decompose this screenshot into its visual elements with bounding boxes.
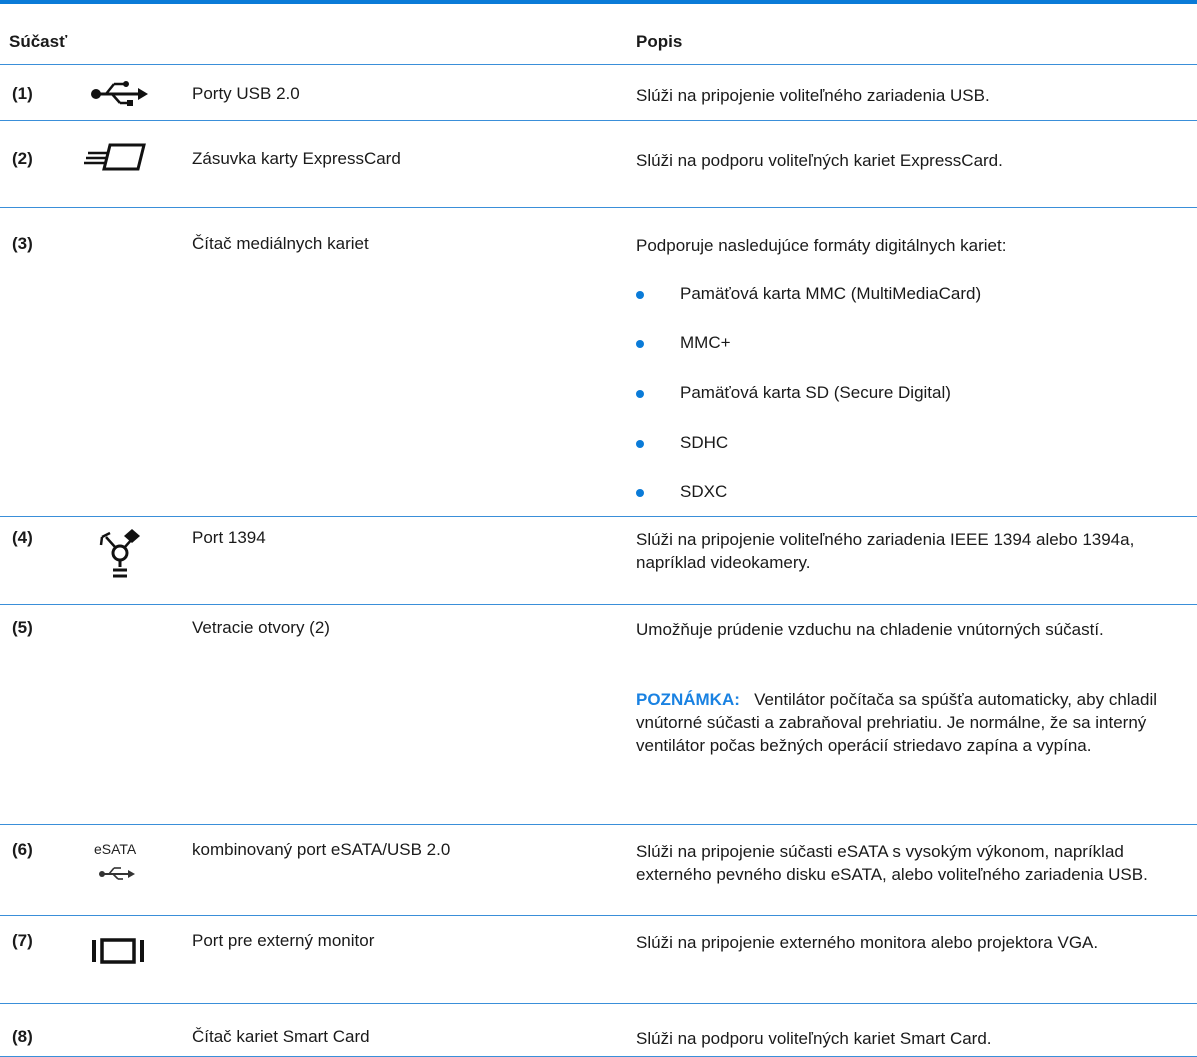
component-description: Podporuje nasledujúce formáty digitálnyc… [636,236,1007,255]
bullet-text: Pamäťová karta SD (Secure Digital) [680,383,951,402]
component-name: Zásuvka karty ExpressCard [192,149,401,168]
table-row: (2) Zásuvka karty ExpressCard Slúži na p… [0,121,1197,208]
expresscard-icon [80,135,160,183]
table-row: (5) Vetracie otvory (2) Umožňuje prúdeni… [0,605,1197,825]
component-description: Slúži na pripojenie externého monitora a… [636,933,1099,952]
table-row: (3) Čítač mediálnych kariet Podporuje na… [0,208,1197,517]
table-row: (6) eSATA kombinovaný port eSATA/USB 2.0… [0,825,1197,916]
bullet-dot [636,340,644,348]
component-name: kombinovaný port eSATA/USB 2.0 [192,840,451,859]
component-name: Porty USB 2.0 [192,84,300,103]
component-name: Port pre externý monitor [192,931,375,950]
bullet-text: SDXC [680,482,728,501]
component-description: Umožňuje prúdenie vzduchu na chladenie v… [636,620,1104,639]
table-row: (4) Port 1394 Slúži na pripojenie volite… [0,517,1197,605]
row-number: (8) [12,1027,33,1046]
esata-label: eSATA [94,841,137,857]
component-name: Čítač mediálnych kariet [192,234,369,253]
component-description: Slúži na podporu voliteľných kariet Smar… [636,1029,992,1048]
usb-icon [80,73,160,121]
firewire-icon [84,523,164,578]
table-row: (8) Čítač kariet Smart Card Slúži na pod… [0,1004,1197,1057]
bullet-dot [636,440,644,448]
row-number: (4) [12,528,33,547]
bullet-dot [636,489,644,497]
component-description: Slúži na podporu voliteľných kariet Expr… [636,151,1003,170]
table-header: Súčasť Popis [0,4,1197,65]
bullet-dot [636,390,644,398]
bullet-dot [636,291,644,299]
component-description: Slúži na pripojenie voliteľného zariaden… [636,530,1135,572]
note-label: POZNÁMKA: [636,690,740,709]
external-monitor-icon [90,928,170,976]
bullet-text: Pamäťová karta MMC (MultiMediaCard) [680,284,982,303]
header-component: Súčasť [9,32,68,51]
note: POZNÁMKA: Ventilátor počítača sa spúšťa … [636,688,1192,757]
bullet-text: MMC+ [680,333,731,352]
header-description: Popis [636,32,683,51]
bullet-text: SDHC [680,433,729,452]
component-name: Vetracie otvory (2) [192,618,330,637]
row-number: (6) [12,840,33,859]
component-description: Slúži na pripojenie súčasti eSATA s vyso… [636,842,1148,884]
row-number: (5) [12,618,33,637]
row-number: (7) [12,931,33,950]
component-name: Čítač kariet Smart Card [192,1027,370,1046]
component-description: Slúži na pripojenie voliteľného zariaden… [636,86,990,105]
esata-usb-icon: eSATA [92,841,172,901]
component-name: Port 1394 [192,528,266,547]
row-number: (1) [12,84,33,103]
row-number: (3) [12,234,33,253]
table-row: (1) Porty USB 2.0 Slúži na pripojenie vo… [0,65,1197,121]
table-row: (7) Port pre externý monitor Slúži na pr… [0,916,1197,1004]
row-number: (2) [12,149,33,168]
